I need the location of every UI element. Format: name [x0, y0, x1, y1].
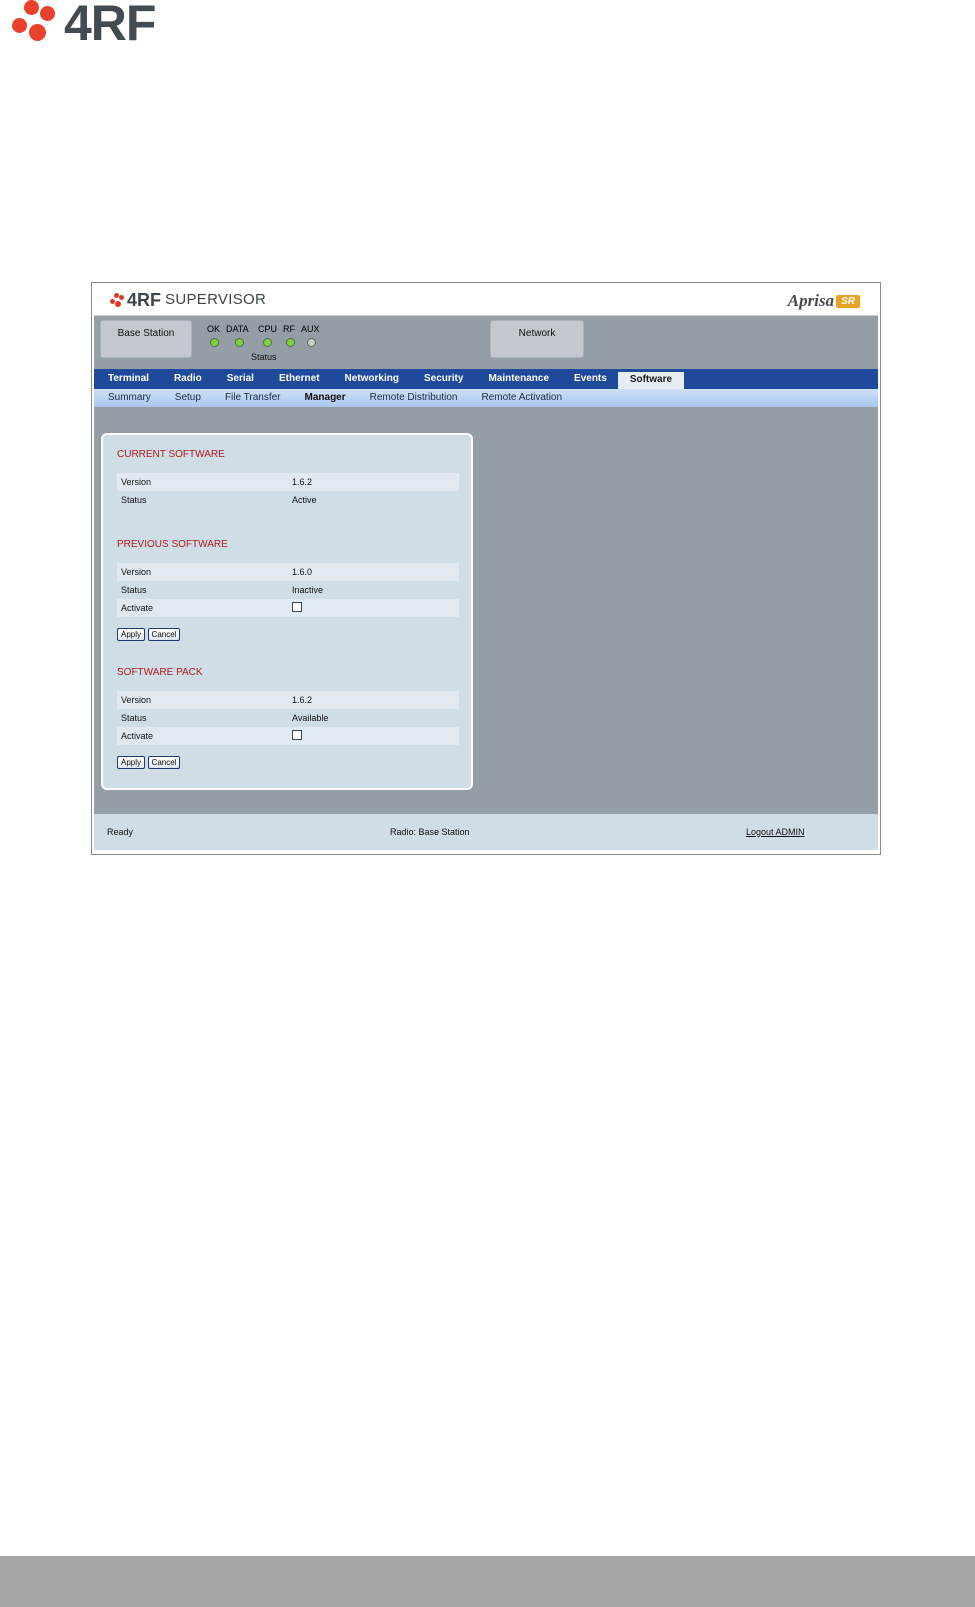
previous-activate-checkbox[interactable] [292, 602, 302, 612]
content-area: CURRENT SOFTWARE Version 1.6.2 Status Ac… [94, 407, 878, 814]
aux-led-icon [307, 338, 316, 347]
subnav-remote-activation[interactable]: Remote Activation [467, 389, 572, 407]
terminal-button[interactable]: Base Station [100, 320, 192, 358]
cpu-led-icon [263, 338, 272, 347]
nav-terminal[interactable]: Terminal [94, 369, 160, 389]
previous-apply-button[interactable]: Apply [117, 628, 145, 641]
sub-nav: Summary Setup File Transfer Manager Remo… [94, 389, 878, 407]
page-logo: 4RF [10, 0, 156, 51]
aprisa-logo: Aprisa SR [788, 291, 860, 311]
supervisor-logo: 4RF SUPERVISOR [110, 290, 266, 310]
logo-dots-icon [10, 0, 56, 46]
app-header: 4RF SUPERVISOR Aprisa SR [94, 285, 878, 316]
subnav-file-transfer[interactable]: File Transfer [211, 389, 291, 407]
nav-serial[interactable]: Serial [213, 369, 265, 389]
pack-cancel-button[interactable]: Cancel [148, 756, 180, 769]
current-status-row: Status Active [117, 491, 459, 509]
led-label-data: DATA [226, 324, 249, 334]
pack-activate-label: Activate [121, 731, 154, 741]
brand-dots-icon [110, 293, 124, 307]
current-version-value: 1.6.2 [292, 477, 313, 487]
software-manager-card: CURRENT SOFTWARE Version 1.6.2 Status Ac… [101, 433, 473, 790]
pack-version-label: Version [121, 695, 152, 705]
radio-status: Radio: Base Station [390, 827, 470, 837]
subnav-manager[interactable]: Manager [291, 389, 356, 407]
subnav-summary[interactable]: Summary [94, 389, 161, 407]
pack-apply-button[interactable]: Apply [117, 756, 145, 769]
led-label-ok: OK [207, 324, 221, 334]
current-version-row: Version 1.6.2 [117, 473, 459, 491]
nav-networking[interactable]: Networking [331, 369, 410, 389]
app-window: 4RF SUPERVISOR Aprisa SR Base Station OK… [91, 282, 881, 855]
status-caption: Status [251, 352, 277, 362]
previous-version-value: 1.6.0 [292, 567, 313, 577]
previous-activate-row: Activate [117, 599, 459, 617]
previous-status-row: Status Inactive [117, 581, 459, 599]
nav-software[interactable]: Software [617, 372, 685, 389]
previous-status-label: Status [121, 585, 147, 595]
led-label-aux: AUX [301, 324, 320, 334]
software-pack-title: SOFTWARE PACK [117, 667, 203, 678]
pack-status-row: Status Available [117, 709, 459, 727]
nav-radio[interactable]: Radio [160, 369, 213, 389]
subnav-setup[interactable]: Setup [161, 389, 211, 407]
rf-led-icon [286, 338, 295, 347]
page-logo-text: 4RF [64, 0, 156, 51]
page-footer-bar [0, 1556, 975, 1607]
brand-name: 4RF [127, 290, 162, 310]
previous-cancel-button[interactable]: Cancel [148, 628, 180, 641]
subnav-remote-distribution[interactable]: Remote Distribution [356, 389, 468, 407]
status-panel: Base Station OK DATA CPU RF AUX Status N… [94, 316, 878, 369]
previous-activate-label: Activate [121, 603, 154, 613]
previous-version-label: Version [121, 567, 152, 577]
pack-activate-row: Activate [117, 727, 459, 745]
previous-software-title: PREVIOUS SOFTWARE [117, 539, 228, 550]
nav-security[interactable]: Security [410, 369, 474, 389]
app-footer: Ready Radio: Base Station Logout ADMIN [94, 814, 878, 850]
led-label-rf: RF [283, 324, 295, 334]
pack-status-value: Available [292, 713, 329, 723]
data-led-icon [235, 338, 244, 347]
current-version-label: Version [121, 477, 152, 487]
logout-link[interactable]: Logout ADMIN [746, 827, 805, 837]
previous-version-row: Version 1.6.0 [117, 563, 459, 581]
ok-led-icon [210, 338, 219, 347]
main-nav: Terminal Radio Serial Ethernet Networkin… [94, 369, 878, 389]
pack-activate-checkbox[interactable] [292, 730, 302, 740]
product-name: SUPERVISOR [165, 291, 267, 308]
current-software-title: CURRENT SOFTWARE [117, 449, 225, 460]
nav-maintenance[interactable]: Maintenance [474, 369, 560, 389]
network-button[interactable]: Network [490, 320, 584, 358]
model-badge: SR [836, 294, 860, 308]
network-label: Network [518, 328, 556, 339]
terminal-label: Base Station [117, 328, 175, 339]
nav-ethernet[interactable]: Ethernet [265, 369, 331, 389]
nav-events[interactable]: Events [560, 369, 618, 389]
led-label-cpu: CPU [258, 324, 278, 334]
current-status-label: Status [121, 495, 147, 505]
pack-status-label: Status [121, 713, 147, 723]
previous-status-value: Inactive [292, 585, 324, 595]
pack-version-row: Version 1.6.2 [117, 691, 459, 709]
model-name: Aprisa [787, 291, 835, 310]
current-status-value: Active [292, 495, 317, 505]
pack-version-value: 1.6.2 [292, 695, 313, 705]
ready-status: Ready [107, 827, 134, 837]
